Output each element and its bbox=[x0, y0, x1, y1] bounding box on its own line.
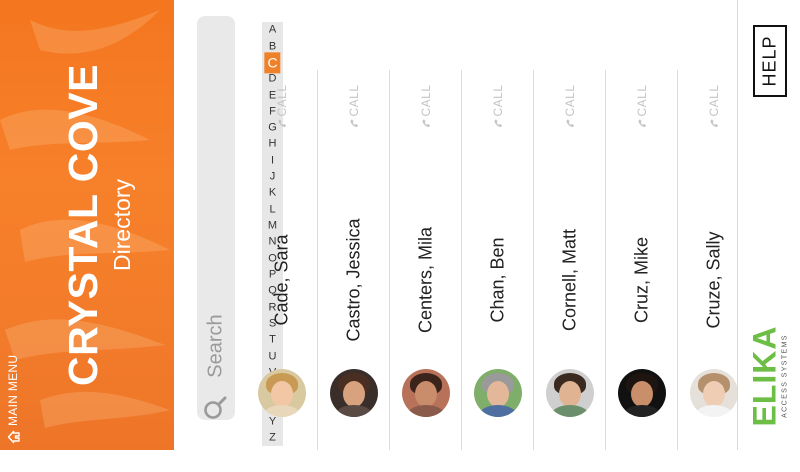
avatar bbox=[258, 369, 306, 417]
resident-row[interactable]: CALL Cornell, Matt bbox=[534, 70, 606, 450]
resident-row[interactable]: CALL Centers, Mila bbox=[390, 70, 462, 450]
logo-wordmark: ELIKA bbox=[746, 325, 783, 427]
phone-icon bbox=[709, 119, 718, 128]
phone-icon bbox=[493, 119, 502, 128]
call-label: CALL bbox=[275, 84, 289, 117]
avatar bbox=[546, 369, 594, 417]
main-menu-button[interactable]: MAIN MENU bbox=[6, 355, 20, 444]
avatar bbox=[402, 369, 450, 417]
resident-name: Cade, Sara bbox=[271, 234, 292, 326]
resident-directory: CALL Cade, Sara CALL Castro, Jessica CAL… bbox=[246, 70, 738, 450]
home-icon bbox=[7, 430, 20, 444]
page-subtitle: Directory bbox=[109, 179, 135, 272]
right-rail: HELP ELIKA ACCESS SYSTEMS bbox=[737, 0, 800, 450]
call-button[interactable]: CALL bbox=[347, 84, 361, 128]
call-label: CALL bbox=[707, 84, 721, 117]
search-icon bbox=[204, 396, 227, 419]
avatar bbox=[690, 369, 738, 417]
call-button[interactable]: CALL bbox=[491, 84, 505, 128]
resident-name: Castro, Jessica bbox=[343, 218, 364, 342]
phone-icon bbox=[277, 119, 286, 128]
site-title: CRYSTAL COVE bbox=[60, 64, 106, 386]
avatar bbox=[474, 369, 522, 417]
elika-logo: ELIKA ACCESS SYSTEMS bbox=[746, 325, 790, 427]
help-label: HELP bbox=[759, 35, 780, 87]
resident-name: Cruz, Mike bbox=[631, 236, 652, 324]
resident-name: Cornell, Matt bbox=[559, 228, 580, 332]
resident-row[interactable]: CALL Chan, Ben bbox=[462, 70, 534, 450]
resident-row[interactable]: CALL Castro, Jessica bbox=[318, 70, 390, 450]
call-label: CALL bbox=[347, 84, 361, 117]
call-label: CALL bbox=[419, 84, 433, 117]
phone-icon bbox=[637, 119, 646, 128]
search-placeholder: Search bbox=[204, 314, 227, 378]
call-button[interactable]: CALL bbox=[635, 84, 649, 128]
phone-icon bbox=[565, 119, 574, 128]
call-button[interactable]: CALL bbox=[275, 84, 289, 128]
call-label: CALL bbox=[491, 84, 505, 117]
header-panel: MAIN MENU CRYSTAL COVE Directory bbox=[0, 0, 174, 450]
logo-tagline: ACCESS SYSTEMS bbox=[781, 334, 789, 418]
help-button[interactable]: HELP bbox=[753, 25, 787, 97]
avatar bbox=[330, 369, 378, 417]
phone-icon bbox=[349, 119, 358, 128]
call-button[interactable]: CALL bbox=[563, 84, 577, 128]
call-label: CALL bbox=[563, 84, 577, 117]
main-menu-label: MAIN MENU bbox=[6, 354, 20, 426]
resident-row[interactable]: CALL Cade, Sara bbox=[246, 70, 318, 450]
resident-name: Cruze, Sally bbox=[703, 231, 724, 329]
resident-name: Centers, Mila bbox=[415, 226, 436, 334]
call-button[interactable]: CALL bbox=[707, 84, 721, 128]
call-label: CALL bbox=[635, 84, 649, 117]
resident-row[interactable]: CALL Cruz, Mike bbox=[606, 70, 678, 450]
search-input[interactable]: Search bbox=[197, 16, 235, 420]
call-button[interactable]: CALL bbox=[419, 84, 433, 128]
avatar bbox=[618, 369, 666, 417]
resident-name: Chan, Ben bbox=[487, 237, 508, 323]
phone-icon bbox=[421, 119, 430, 128]
